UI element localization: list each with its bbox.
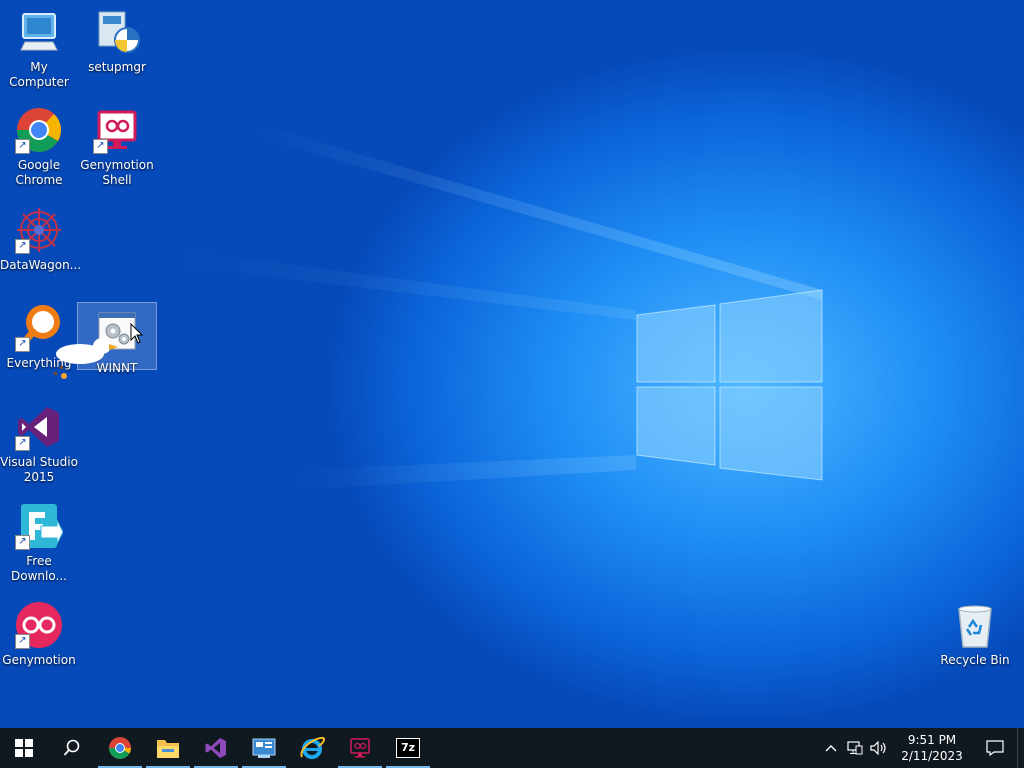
icon-label: Everything bbox=[6, 356, 72, 370]
desktop-icon-setupmgr[interactable]: setupmgr bbox=[78, 8, 156, 75]
taskbar-internet-explorer[interactable] bbox=[288, 728, 336, 768]
icon-label: setupmgr bbox=[88, 60, 146, 74]
search-button[interactable] bbox=[48, 728, 96, 768]
action-center-button[interactable] bbox=[973, 728, 1017, 768]
windows-logo-icon bbox=[15, 739, 33, 757]
clock-date: 2/11/2023 bbox=[901, 749, 963, 763]
taskbar-control-panel[interactable] bbox=[240, 728, 288, 768]
icon-label: Recycle Bin bbox=[940, 653, 1010, 667]
search-icon bbox=[63, 739, 80, 756]
desktop-icon-datawagon[interactable]: ↗ DataWagon... bbox=[0, 206, 82, 273]
desktop-icon-winnt[interactable]: WINNT bbox=[77, 302, 157, 375]
taskbar-clock[interactable]: 9:51 PM 2/11/2023 bbox=[897, 732, 967, 764]
speaker-icon bbox=[870, 741, 886, 755]
desktop-icon-my-computer[interactable]: My Computer bbox=[0, 8, 78, 90]
notification-icon bbox=[986, 740, 1004, 756]
shortcut-arrow-icon: ↗ bbox=[15, 139, 30, 154]
genymotion-shell-icon: ↗ bbox=[93, 106, 141, 154]
taskbar-chrome[interactable] bbox=[96, 728, 144, 768]
taskbar: 7z 9:51 PM 2/11/2023 bbox=[0, 728, 1024, 768]
desktop-icon-google-chrome[interactable]: ↗ Google Chrome bbox=[0, 106, 78, 188]
internet-explorer-icon bbox=[300, 736, 325, 759]
system-tray: 9:51 PM 2/11/2023 bbox=[819, 728, 1024, 768]
taskbar-file-explorer[interactable] bbox=[144, 728, 192, 768]
datawagon-icon: ↗ bbox=[15, 206, 63, 254]
taskbar-7zip[interactable]: 7z bbox=[384, 728, 432, 768]
icon-label: DataWagon... bbox=[0, 258, 82, 272]
everything-search-icon: ↗ bbox=[15, 304, 63, 352]
7zip-icon: 7z bbox=[396, 738, 420, 758]
genymotion-shell-icon bbox=[350, 738, 370, 758]
computer-icon bbox=[15, 8, 63, 56]
shortcut-arrow-icon: ↗ bbox=[15, 239, 30, 254]
shortcut-arrow-icon: ↗ bbox=[15, 436, 30, 451]
chrome-icon bbox=[109, 737, 131, 759]
icon-label: Genymotion Shell bbox=[80, 158, 154, 187]
show-hidden-icons-button[interactable] bbox=[819, 728, 843, 768]
desktop[interactable]: My Computer setupmgr ↗ Google Chrome ↗ G… bbox=[0, 0, 1024, 728]
taskbar-visual-studio[interactable] bbox=[192, 728, 240, 768]
shortcut-arrow-icon: ↗ bbox=[15, 535, 30, 550]
desktop-icon-visual-studio-2015[interactable]: ↗ Visual Studio 2015 bbox=[0, 403, 78, 485]
free-download-manager-icon: ↗ bbox=[15, 502, 64, 550]
visual-studio-icon: ↗ bbox=[15, 403, 63, 451]
desktop-icon-free-download-manager[interactable]: ↗ Free Downlo... bbox=[0, 502, 78, 584]
desktop-icon-recycle-bin[interactable]: Recycle Bin bbox=[936, 601, 1014, 668]
setup-icon bbox=[93, 8, 141, 56]
genymotion-icon: ↗ bbox=[15, 601, 63, 649]
shortcut-arrow-icon: ↗ bbox=[15, 337, 30, 352]
folder-icon bbox=[157, 740, 179, 758]
desktop-icon-genymotion-shell[interactable]: ↗ Genymotion Shell bbox=[78, 106, 156, 188]
icon-label: Free Downlo... bbox=[11, 554, 67, 583]
network-icon bbox=[847, 741, 863, 755]
control-panel-icon bbox=[252, 738, 276, 758]
icon-label: Visual Studio 2015 bbox=[0, 455, 78, 484]
shortcut-arrow-icon: ↗ bbox=[15, 634, 30, 649]
icon-label: Genymotion bbox=[2, 653, 76, 667]
chevron-up-icon bbox=[825, 745, 837, 752]
desktop-icon-everything[interactable]: ↗ Everything bbox=[0, 304, 78, 371]
show-desktop-button[interactable] bbox=[1017, 728, 1024, 768]
mouse-cursor-icon bbox=[130, 323, 144, 344]
icon-label: Google Chrome bbox=[15, 158, 63, 187]
desktop-icon-genymotion[interactable]: ↗ Genymotion bbox=[0, 601, 78, 668]
network-button[interactable] bbox=[843, 728, 867, 768]
recycle-bin-icon bbox=[951, 601, 999, 649]
taskbar-genymotion-shell[interactable] bbox=[336, 728, 384, 768]
clock-time: 9:51 PM bbox=[907, 733, 957, 747]
icon-label: My Computer bbox=[9, 60, 69, 89]
visual-studio-icon bbox=[205, 738, 226, 758]
chrome-icon: ↗ bbox=[15, 106, 63, 154]
shortcut-arrow-icon: ↗ bbox=[93, 139, 108, 154]
start-button[interactable] bbox=[0, 728, 48, 768]
icon-label: WINNT bbox=[96, 361, 138, 375]
volume-button[interactable] bbox=[867, 728, 891, 768]
